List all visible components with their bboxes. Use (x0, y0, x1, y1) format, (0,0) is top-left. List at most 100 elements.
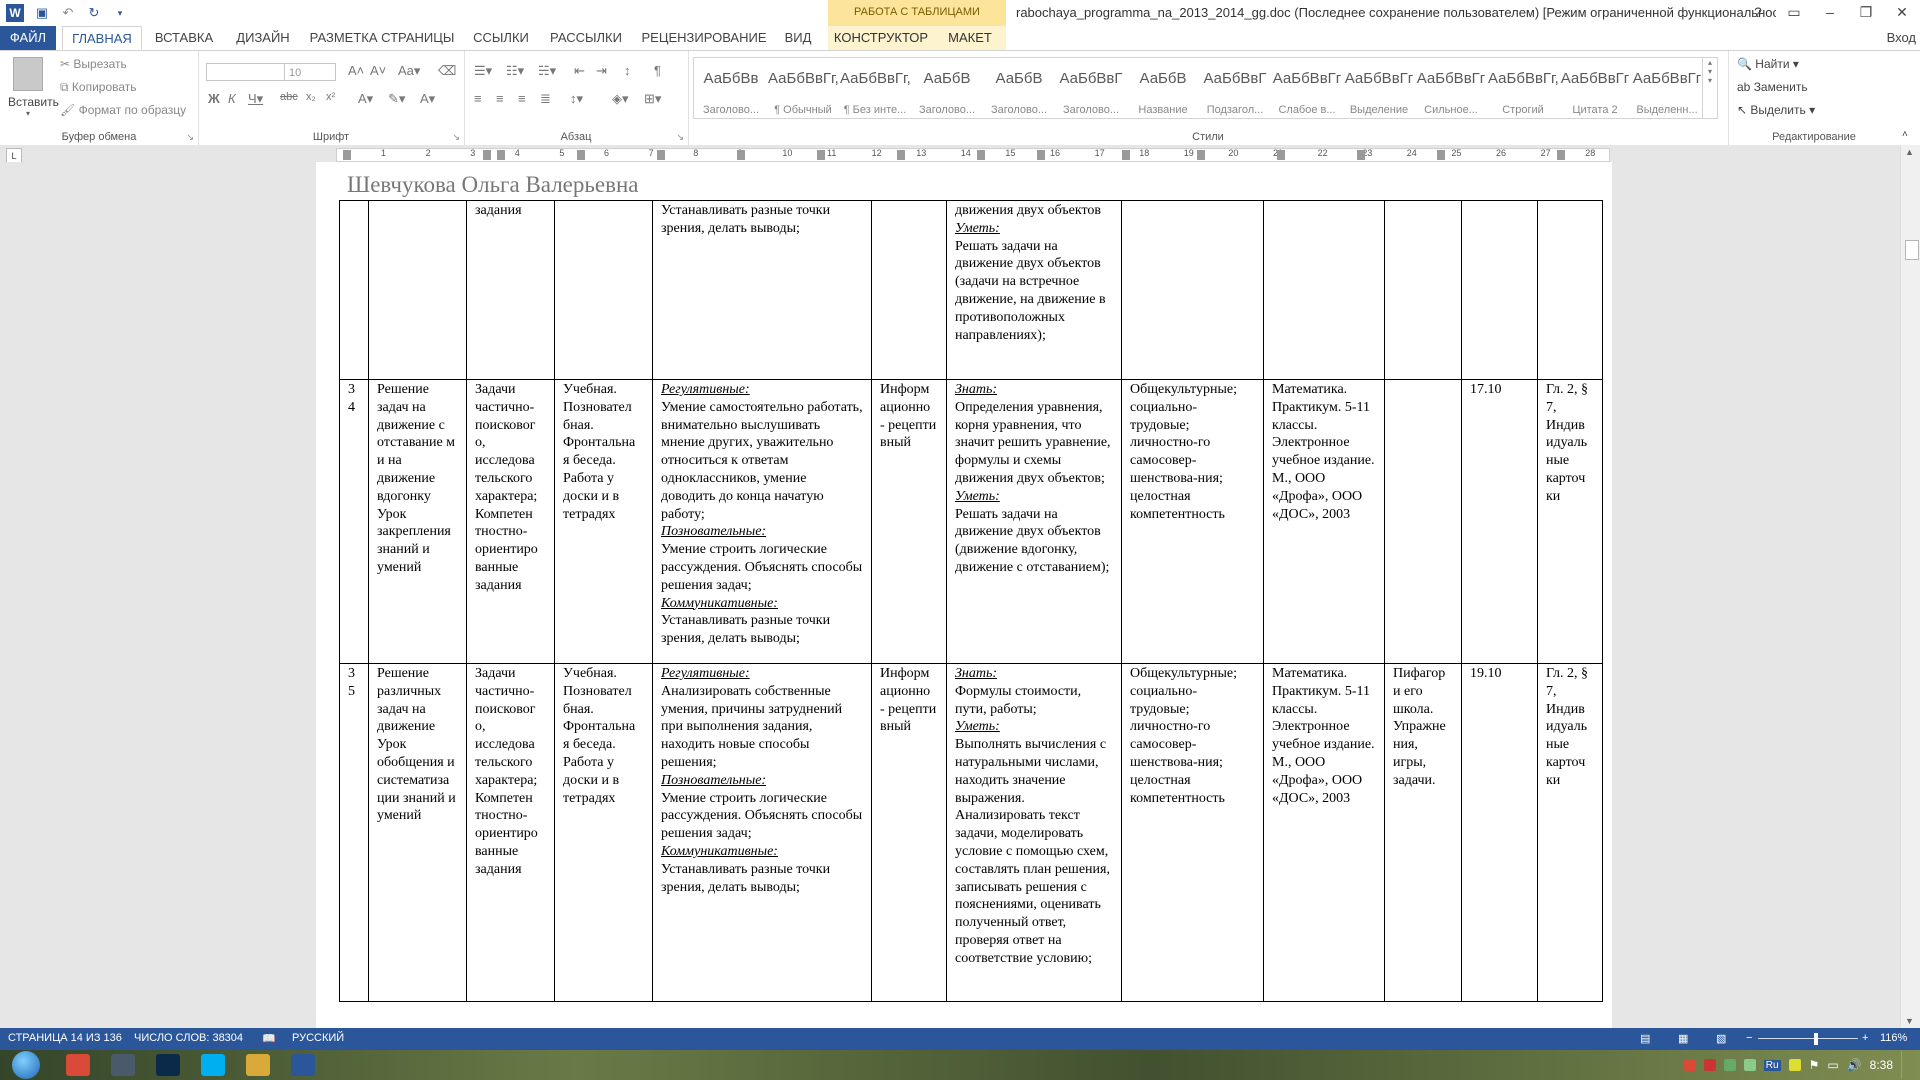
ruler-column-marker[interactable] (1037, 150, 1045, 160)
table-cell-topic[interactable] (368, 200, 467, 380)
style-item[interactable]: АаБбВвГг Выделенн... (1632, 58, 1702, 118)
calculator-icon[interactable] (111, 1054, 135, 1076)
tab-design[interactable]: ДИЗАЙН (228, 26, 298, 50)
lesson-plan-table[interactable]: задания Устанавливать разные точки зрения… (339, 200, 1603, 1002)
table-cell-uud[interactable]: Регулятивные: Анализировать собственные у… (652, 663, 872, 1002)
decrease-indent-icon[interactable]: ⇤ (574, 63, 585, 79)
align-left-icon[interactable]: ≡ (474, 91, 482, 106)
table-cell-tech[interactable]: Информ ационно - рецепти вный (871, 379, 947, 664)
explorer-icon[interactable] (246, 1054, 270, 1076)
shrink-font-icon[interactable]: A˅ (370, 63, 386, 78)
ruler-column-marker[interactable] (1122, 150, 1130, 160)
photoshop-icon[interactable] (156, 1054, 180, 1076)
table-cell-extra[interactable] (1384, 379, 1462, 664)
table-cell-extra[interactable] (1384, 200, 1462, 380)
justify-icon[interactable]: ≣ (540, 91, 551, 107)
show-formatting-icon[interactable]: ¶ (654, 63, 661, 78)
table-cell-type[interactable]: Задачи частично-поисковог о, исследова т… (466, 663, 555, 1002)
tab-references[interactable]: ССЫЛКИ (466, 26, 536, 50)
ruler-column-marker[interactable] (1357, 150, 1365, 160)
numbering-icon[interactable]: ☷▾ (506, 63, 524, 79)
help-button[interactable]: ? (1740, 0, 1776, 26)
ruler-column-marker[interactable] (657, 150, 665, 160)
table-cell-source[interactable]: Математика. Практикум. 5-11 классы. Элек… (1263, 663, 1385, 1002)
sign-in-link[interactable]: Вход (1887, 26, 1916, 50)
table-cell-source[interactable]: Математика. Практикум. 5-11 классы. Элек… (1263, 379, 1385, 664)
style-item[interactable]: АаБбВвГ Заголово... (1056, 58, 1126, 118)
language-tray[interactable]: Ru (1763, 1059, 1781, 1071)
print-layout-icon[interactable]: ▦ (1678, 1032, 1688, 1045)
clock[interactable]: 8:38 (1870, 1058, 1893, 1072)
table-cell-date[interactable]: 19.10 (1461, 663, 1538, 1002)
clipboard-dialog-launcher-icon[interactable]: ↘ (186, 132, 194, 143)
minimize-button[interactable]: – (1812, 0, 1848, 26)
copy-button[interactable]: ⧉ Копировать (60, 80, 137, 95)
strikethrough-icon[interactable]: abc (280, 91, 298, 103)
save-icon[interactable]: ▣ (34, 5, 50, 21)
zoom-level[interactable]: 116% (1880, 1032, 1907, 1044)
volume-icon[interactable]: 🔊 (1847, 1058, 1862, 1072)
font-color-icon[interactable]: A▾ (420, 91, 435, 107)
paragraph-dialog-launcher-icon[interactable]: ↘ (676, 132, 684, 143)
table-cell-topic[interactable]: Решение задач на движение с отставание м… (368, 379, 467, 664)
ruler-column-marker[interactable] (1197, 150, 1205, 160)
style-item[interactable]: АаБбВвГг, ¶ Обычный (768, 58, 838, 118)
font-size-combo[interactable]: 10 (284, 63, 336, 81)
chrome-icon[interactable] (66, 1054, 90, 1076)
ruler-column-marker[interactable] (1437, 150, 1445, 160)
cut-button[interactable]: ✂ Вырезать (60, 57, 127, 71)
tab-home[interactable]: ГЛАВНАЯ (62, 26, 142, 50)
monitor-icon[interactable]: ▭ (1827, 1058, 1838, 1072)
table-cell-tech[interactable]: Информ ационно - рецепти вный (871, 663, 947, 1002)
table-cell-extra[interactable]: Пифагор и его школа. Упражне ния, игры, … (1384, 663, 1462, 1002)
zoom-slider-knob[interactable] (1814, 1033, 1818, 1045)
italic-icon[interactable]: К (228, 91, 236, 106)
horizontal-ruler[interactable]: 1234567891011121314151617181920212223242… (336, 148, 1610, 162)
ruler-column-marker[interactable] (343, 150, 351, 160)
read-mode-icon[interactable]: ▤ (1640, 1032, 1650, 1045)
style-item[interactable]: АаБбВвГг, ¶ Без инте... (840, 58, 910, 118)
zoom-out-button[interactable]: − (1746, 1032, 1752, 1044)
increase-indent-icon[interactable]: ⇥ (596, 63, 607, 79)
redo-icon[interactable]: ↻ (86, 5, 102, 21)
chrome-tray-icon[interactable] (1683, 1059, 1696, 1071)
table-cell-hw[interactable]: Гл. 2, § 7, Индив идуаль ные карточ ки (1537, 663, 1603, 1002)
vertical-scrollbar[interactable]: ▲ ▼ (1900, 145, 1920, 1028)
table-cell-topic[interactable]: Решение различных задач на движение Урок… (368, 663, 467, 1002)
bullets-icon[interactable]: ☰▾ (474, 63, 492, 79)
style-item[interactable]: АаБбВвГг Слабое в... (1272, 58, 1342, 118)
line-spacing-icon[interactable]: ↕▾ (570, 91, 583, 107)
style-item[interactable]: АаБбВ Заголово... (912, 58, 982, 118)
table-cell-uud[interactable]: Устанавливать разные точки зрения, делат… (652, 200, 872, 380)
close-button[interactable]: ✕ (1884, 0, 1920, 26)
table-cell-tech[interactable] (871, 200, 947, 380)
font-dialog-launcher-icon[interactable]: ↘ (452, 132, 460, 143)
superscript-icon[interactable]: x² (326, 91, 335, 103)
ruler-column-marker[interactable] (1557, 150, 1565, 160)
language-indicator[interactable]: РУССКИЙ (292, 1032, 344, 1044)
change-case-icon[interactable]: Aa▾ (398, 63, 420, 79)
text-effects-icon[interactable]: A▾ (358, 91, 373, 107)
network-monitor-tray-icon[interactable] (1723, 1059, 1736, 1071)
ruler-column-marker[interactable] (1277, 150, 1285, 160)
word-icon[interactable] (291, 1054, 315, 1076)
style-item[interactable]: АаБбВвГг Выделение (1344, 58, 1414, 118)
customize-qat-icon[interactable]: ▾ (112, 5, 128, 21)
font-name-combo[interactable] (206, 63, 292, 81)
proofing-icon[interactable]: 📖 (262, 1032, 276, 1045)
table-cell-form[interactable] (554, 200, 653, 380)
table-cell-comp[interactable]: Общекультурные; социально-трудовые; личн… (1121, 663, 1264, 1002)
table-cell-type[interactable]: задания (466, 200, 555, 380)
style-item[interactable]: АаБбВвГг Сильное... (1416, 58, 1486, 118)
ruler-column-marker[interactable] (577, 150, 585, 160)
table-cell-num[interactable] (339, 200, 369, 380)
tab-page-layout[interactable]: РАЗМЕТКА СТРАНИЦЫ (308, 26, 456, 50)
table-cell-know[interactable]: движения двух объектов Уметь: Решать задач… (946, 200, 1122, 380)
start-button[interactable] (6, 1050, 46, 1080)
table-cell-uud[interactable]: Регулятивные: Умение самостоятельно работ… (652, 379, 872, 664)
ruler-column-marker[interactable] (483, 150, 491, 160)
underline-icon[interactable]: Ч▾ (248, 91, 263, 107)
scroll-thumb[interactable] (1905, 240, 1919, 260)
table-cell-comp[interactable]: Общекультурные; социально-трудовые; личн… (1121, 379, 1264, 664)
table-cell-know[interactable]: Знать: Формулы стоимости, пути, работы; Ум… (946, 663, 1122, 1002)
